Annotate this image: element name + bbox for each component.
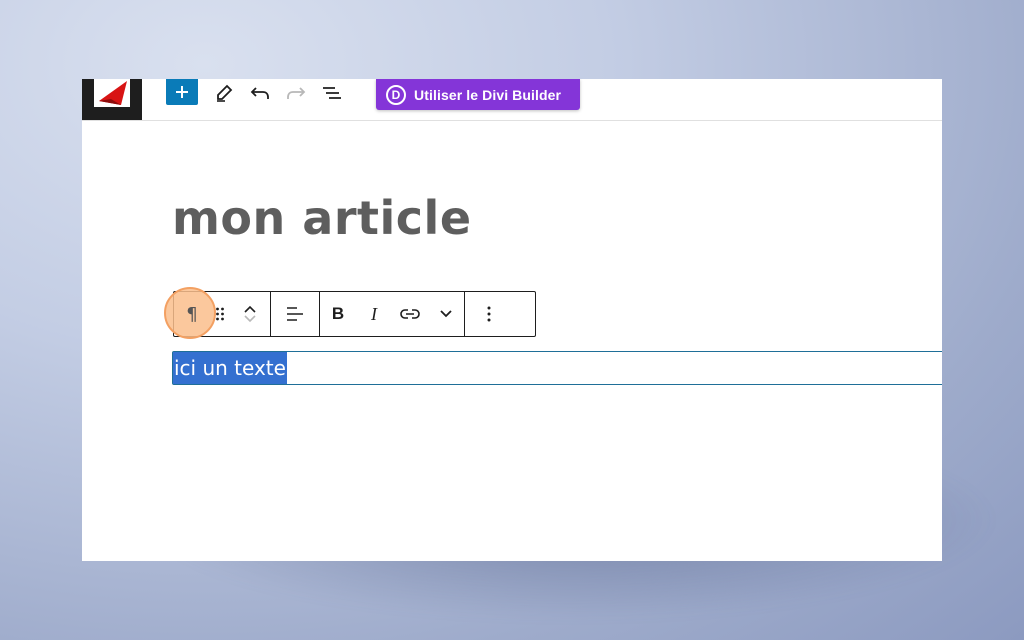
red-triangle-logo-icon <box>99 81 127 105</box>
block-type-group: ¶ <box>164 287 271 339</box>
alignment-group <box>271 292 320 336</box>
editor-top-toolbar: D Utiliser le Divi Builder <box>82 79 942 121</box>
plus-icon <box>176 86 188 98</box>
post-title[interactable]: mon article <box>172 191 472 245</box>
more-formats-button[interactable] <box>428 292 464 336</box>
more-vertical-icon <box>487 306 491 322</box>
paragraph-icon: ¶ <box>186 303 198 325</box>
edit-tool-button[interactable] <box>210 79 238 107</box>
redo-button[interactable] <box>282 79 310 107</box>
document-overview-button[interactable] <box>318 79 346 107</box>
list-view-icon <box>323 87 341 99</box>
move-up-icon[interactable] <box>243 304 257 314</box>
site-logo <box>94 79 130 107</box>
redo-icon <box>287 87 306 99</box>
align-button[interactable] <box>271 292 319 336</box>
drag-handle-icon <box>216 307 224 321</box>
divi-logo-icon: D <box>386 84 406 105</box>
bold-button[interactable]: B <box>320 292 356 336</box>
block-toolbar: ¶ B I <box>164 287 536 339</box>
paragraph-block-type-button[interactable]: ¶ <box>164 287 216 339</box>
editor-window: D Utiliser le Divi Builder mon article ¶ <box>82 79 942 561</box>
chevron-down-icon <box>440 310 452 318</box>
options-group <box>465 292 513 336</box>
format-group: B I <box>320 292 465 336</box>
pencil-icon <box>217 84 233 102</box>
link-icon <box>400 309 420 319</box>
bold-icon: B <box>331 304 345 323</box>
block-mover <box>230 292 270 336</box>
move-down-icon[interactable] <box>243 314 257 324</box>
italic-button[interactable]: I <box>356 292 392 336</box>
divi-builder-button[interactable]: D Utiliser le Divi Builder <box>376 79 580 110</box>
paragraph-block[interactable]: ici un texte <box>172 351 942 385</box>
site-logo-area[interactable] <box>82 79 142 120</box>
selected-paragraph-text[interactable]: ici un texte <box>173 352 287 384</box>
add-block-button[interactable] <box>166 79 198 105</box>
link-button[interactable] <box>392 292 428 336</box>
align-left-icon <box>287 307 303 321</box>
divi-builder-label: Utiliser le Divi Builder <box>414 86 562 103</box>
block-options-button[interactable] <box>465 292 513 336</box>
undo-button[interactable] <box>246 79 274 107</box>
undo-icon <box>250 87 269 99</box>
italic-icon: I <box>371 303 377 324</box>
